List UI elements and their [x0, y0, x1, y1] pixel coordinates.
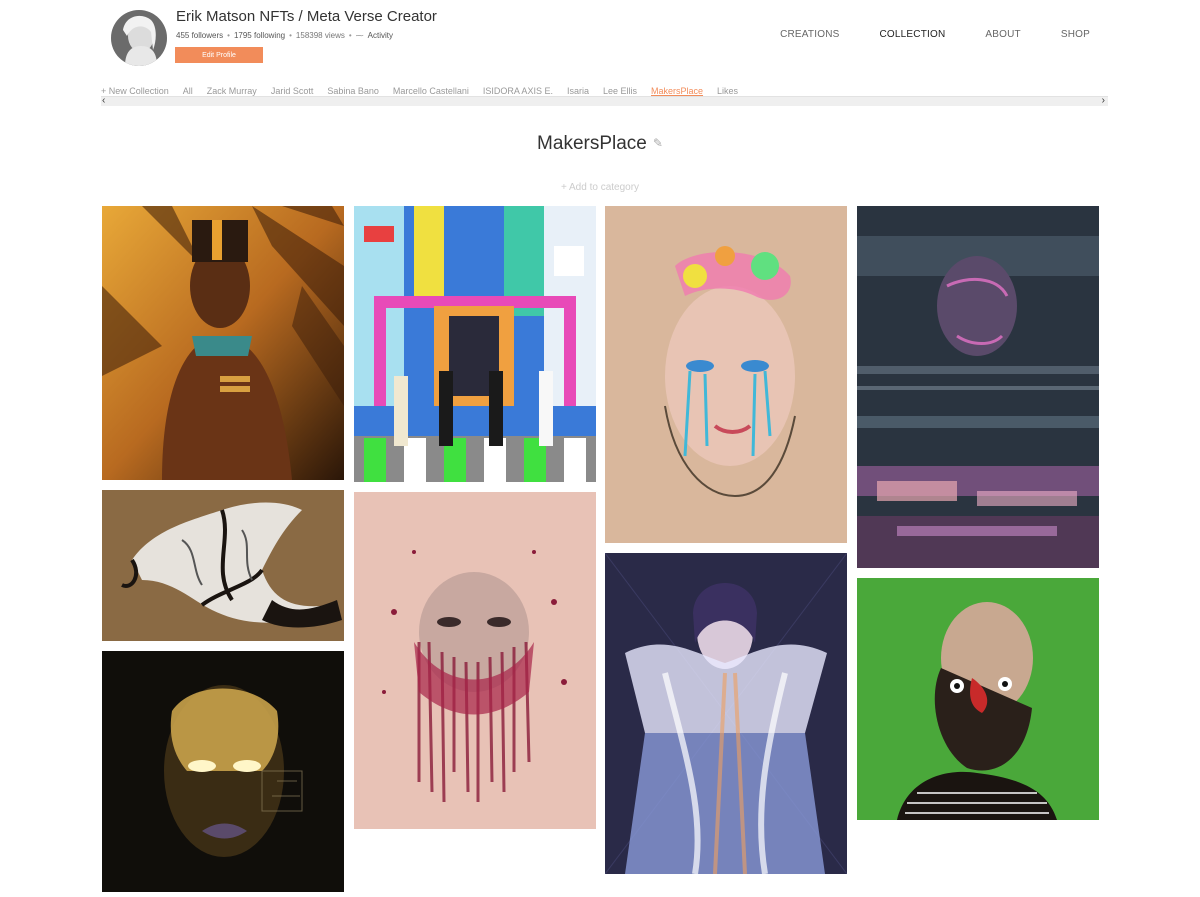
- stats-separator: •: [348, 31, 352, 40]
- artwork-golden-face[interactable]: [102, 651, 344, 892]
- followers-link[interactable]: 455 followers: [176, 31, 223, 40]
- stats-separator: •: [227, 31, 230, 40]
- artwork-egyptian-queen[interactable]: [102, 206, 344, 480]
- collection-title: MakersPlace ✎: [0, 133, 1200, 155]
- artwork-crimson-faces[interactable]: [354, 492, 596, 829]
- avatar[interactable]: [111, 10, 167, 66]
- collection-title-text: MakersPlace: [537, 133, 647, 154]
- profile-name: Erik Matson NFTs / Meta Verse Creator: [176, 8, 437, 25]
- chevron-right-icon[interactable]: ›: [1102, 95, 1105, 107]
- artwork-abstract-torso[interactable]: [102, 490, 344, 641]
- artwork-city-crosswalk[interactable]: [354, 206, 596, 482]
- add-to-category-link[interactable]: + Add to category: [0, 182, 1200, 193]
- nav-shop[interactable]: SHOP: [1061, 29, 1090, 40]
- following-link[interactable]: 1795 following: [234, 31, 285, 40]
- profile-header: Erik Matson NFTs / Meta Verse Creator 45…: [0, 0, 1200, 80]
- nav-creations[interactable]: CREATIONS: [780, 29, 839, 40]
- nav-collection[interactable]: COLLECTION: [880, 29, 946, 40]
- activity-icon: ⁓: [355, 31, 364, 40]
- main-nav: CREATIONS COLLECTION ABOUT SHOP: [780, 29, 1090, 40]
- nav-about[interactable]: ABOUT: [985, 29, 1020, 40]
- stats-separator: •: [289, 31, 292, 40]
- horizontal-scrollbar[interactable]: ‹ ›: [101, 95, 1108, 107]
- artwork-glitch-portrait[interactable]: [857, 206, 1099, 568]
- artwork-green-figure[interactable]: [857, 578, 1099, 820]
- pencil-icon[interactable]: ✎: [653, 136, 663, 150]
- edit-profile-button[interactable]: Edit Profile: [175, 47, 263, 63]
- chevron-left-icon[interactable]: ‹: [102, 95, 105, 107]
- profile-stats: 455 followers • 1795 following • 158398 …: [176, 31, 393, 40]
- views-count: 158398 views: [295, 31, 345, 40]
- artwork-neon-girl[interactable]: [605, 553, 847, 874]
- artwork-paint-drip-face[interactable]: [605, 206, 847, 543]
- activity-link[interactable]: Activity: [368, 31, 393, 40]
